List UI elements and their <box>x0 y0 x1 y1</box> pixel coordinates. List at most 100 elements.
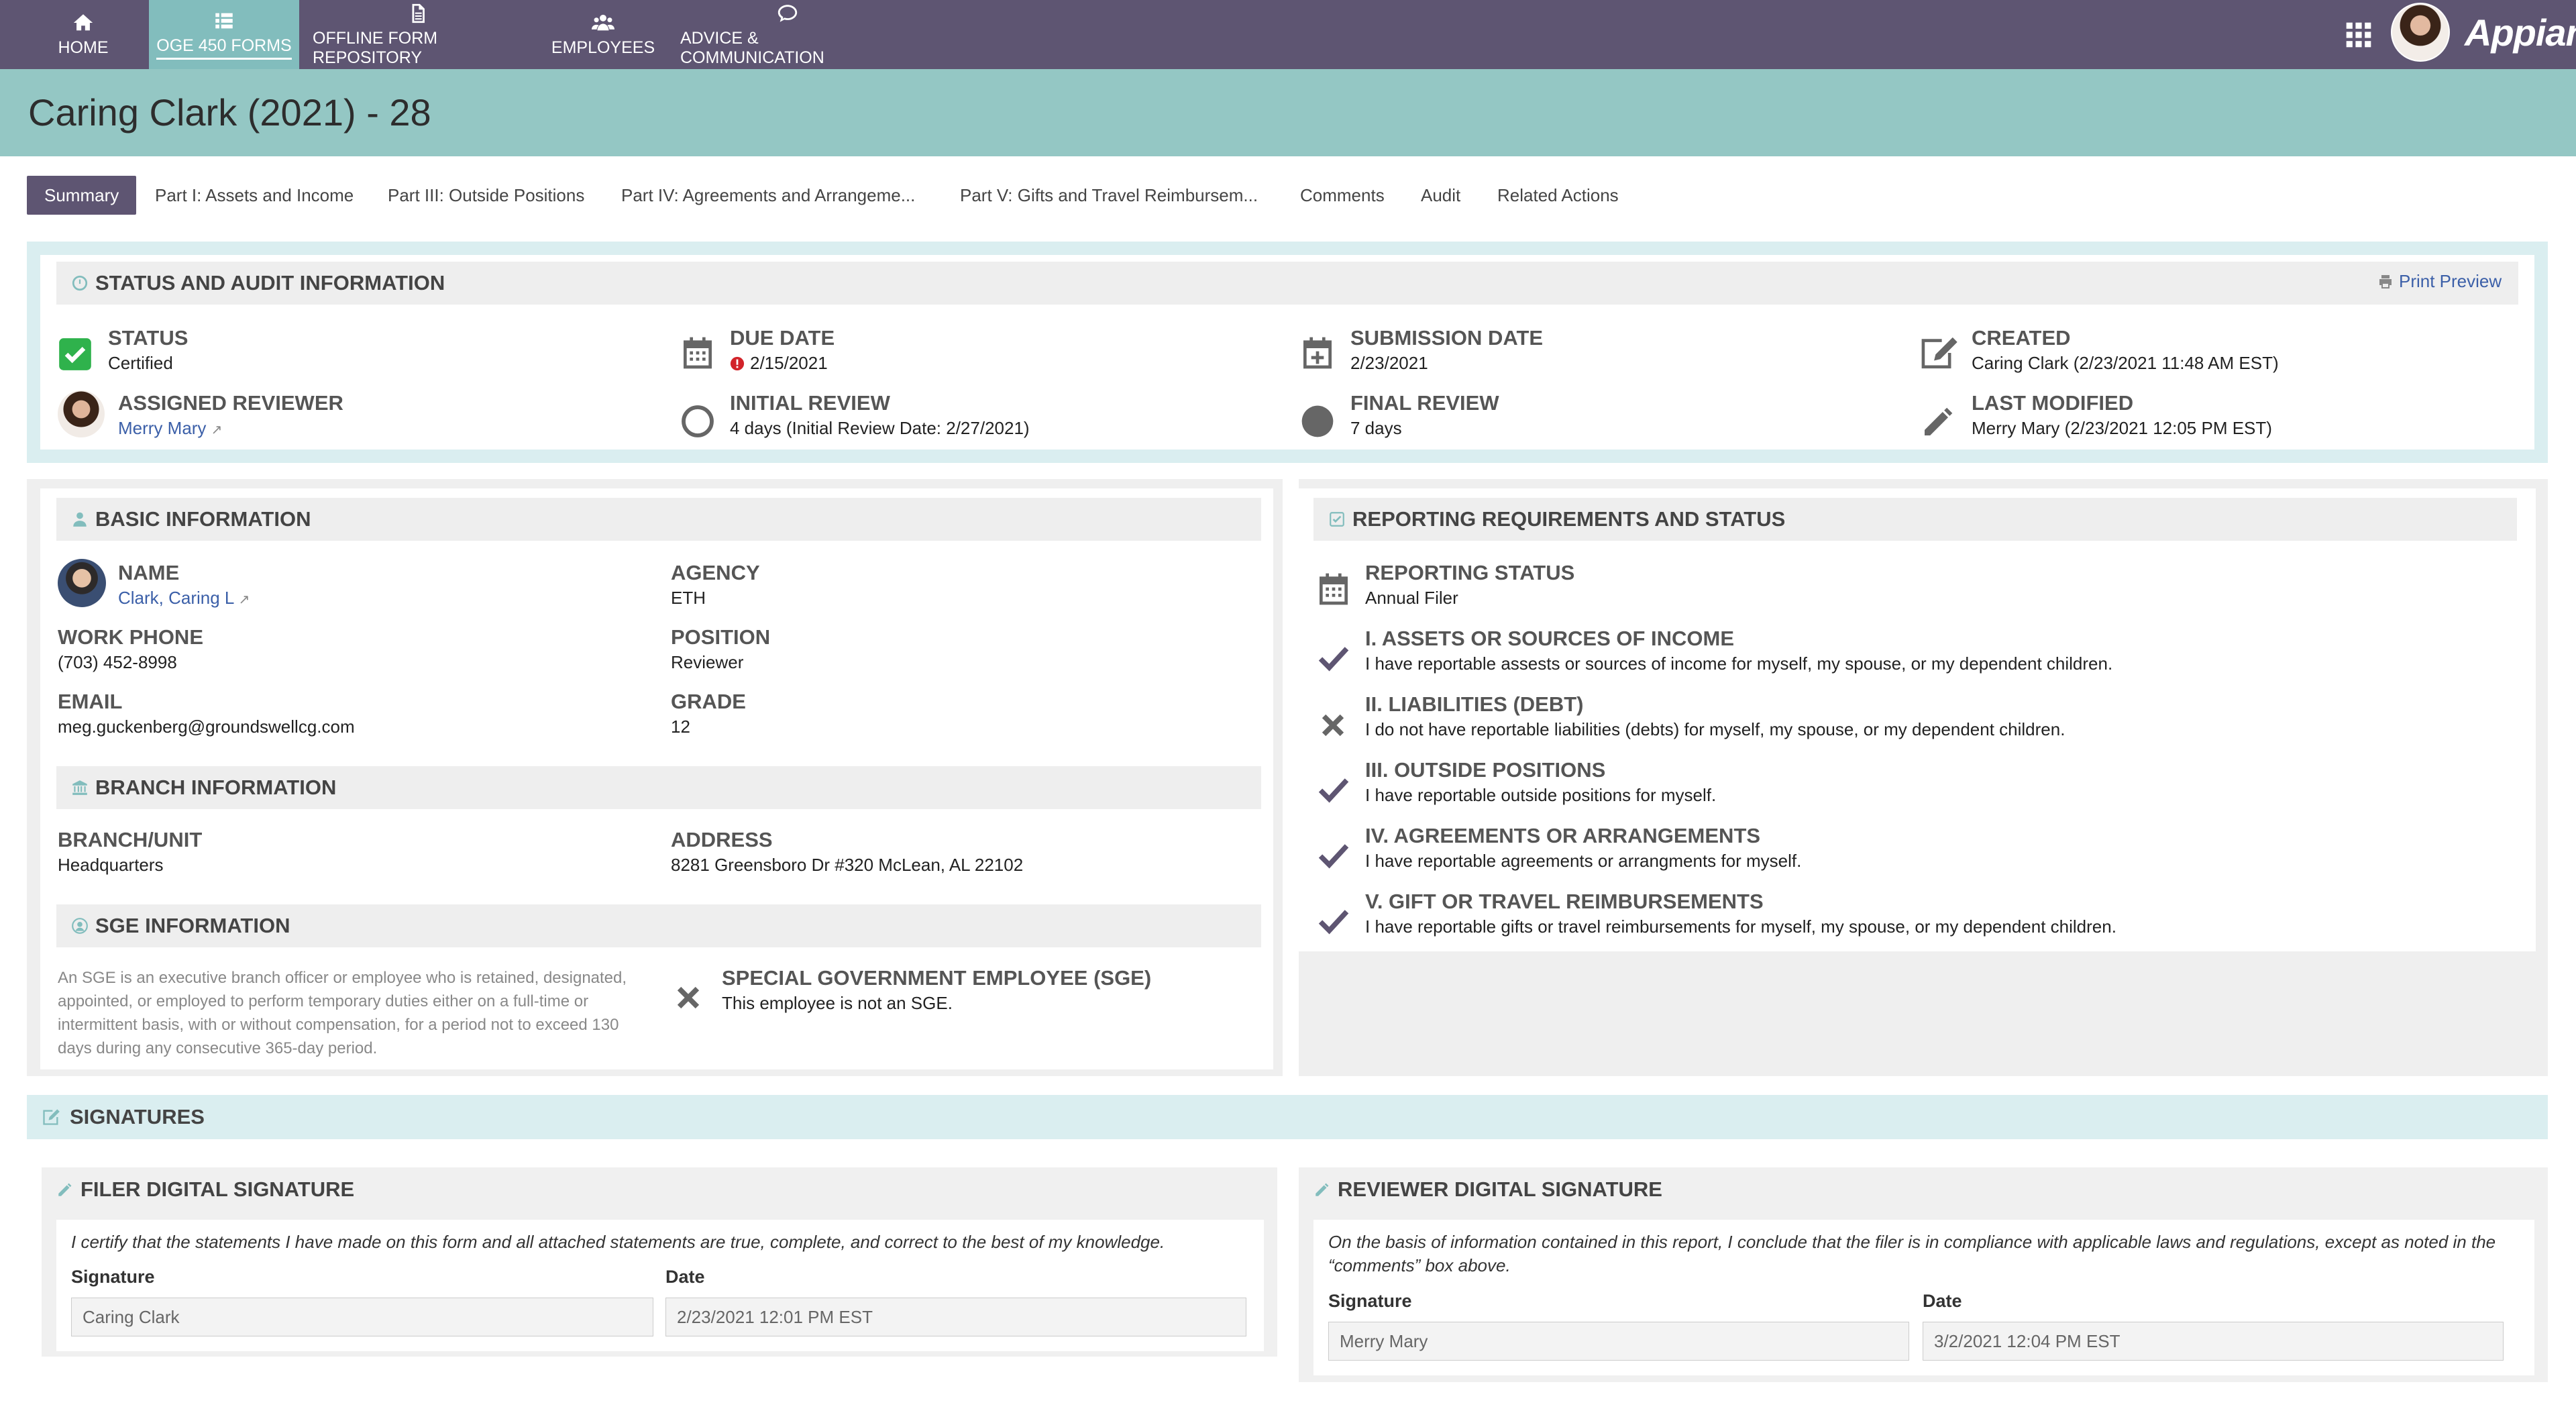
email-label: EMAIL <box>58 690 123 713</box>
filer-date-label: Date <box>665 1267 705 1287</box>
status-audit-heading-text: STATUS AND AUDIT INFORMATION <box>95 271 445 295</box>
x-icon <box>677 986 700 1009</box>
edit-document-icon <box>1921 337 1957 369</box>
branch-unit-value: Headquarters <box>58 855 164 875</box>
signatures-heading: SIGNATURES <box>27 1095 2548 1139</box>
address-value: 8281 Greensboro Dr #320 McLean, AL 22102 <box>671 855 1024 875</box>
reporting-item-text: I have reportable assests or sources of … <box>1365 653 2113 674</box>
reporting-item-title: IV. AGREEMENTS OR ARRANGEMENTS <box>1365 824 1761 847</box>
grade-field: GRADE 12 <box>671 690 746 737</box>
app-grid-icon[interactable] <box>2344 20 2373 50</box>
reviewer-date-input[interactable]: 3/2/2021 12:04 PM EST <box>1923 1322 2504 1361</box>
reporting-item: III. OUTSIDE POSITIONS I have reportable… <box>1365 758 1716 806</box>
due-date-label: DUE DATE <box>730 326 835 350</box>
tab-related-actions[interactable]: Related Actions <box>1497 176 1619 215</box>
check-icon <box>1318 778 1349 803</box>
final-review-label: FINAL REVIEW <box>1350 391 1499 415</box>
warning-icon <box>730 356 745 370</box>
work-phone-value: (703) 452-8998 <box>58 652 177 672</box>
record-tabs: Summary Part I: Assets and Income Part I… <box>0 176 2576 215</box>
position-label: POSITION <box>671 625 771 649</box>
status-audit-heading: STATUS AND AUDIT INFORMATION <box>56 262 2518 305</box>
pencil-icon <box>1316 1183 1329 1196</box>
calendar-plus-icon <box>1303 337 1332 369</box>
nav-employees[interactable]: EMPLOYEES <box>551 0 655 69</box>
info-circle-icon <box>72 275 88 291</box>
top-navigation-bar: HOME OGE 450 FORMS OFFLINE FORM REPOSITO… <box>0 0 2576 69</box>
due-date-field: DUE DATE 2/15/2021 <box>730 326 835 374</box>
branch-info-heading-text: BRANCH INFORMATION <box>95 776 337 799</box>
filer-date-input[interactable]: 2/23/2021 12:01 PM EST <box>665 1298 1246 1336</box>
tab-part-4[interactable]: Part IV: Agreements and Arrangeme... <box>621 176 915 215</box>
basic-info-heading-text: BASIC INFORMATION <box>95 507 311 531</box>
assigned-reviewer-field: ASSIGNED REVIEWER Merry Mary ↗ <box>118 391 343 439</box>
nav-offline-form-repository[interactable]: OFFLINE FORM REPOSITORY <box>313 0 523 69</box>
tab-part-5[interactable]: Part V: Gifts and Travel Reimbursem... <box>960 176 1258 215</box>
reporting-status-value: Annual Filer <box>1365 588 1458 608</box>
nav-home[interactable]: HOME <box>48 0 118 69</box>
nav-advice-communication[interactable]: ADVICE & COMMUNICATION <box>680 0 895 69</box>
sge-status-value: This employee is not an SGE. <box>722 993 953 1013</box>
assigned-reviewer-link[interactable]: Merry Mary ↗ <box>118 418 343 439</box>
reporting-item-text: I have reportable outside positions for … <box>1365 785 1717 805</box>
tab-summary[interactable]: Summary <box>27 176 137 215</box>
title-bar: Caring Clark (2021) - 28 <box>0 69 2576 156</box>
status-label: STATUS <box>108 326 189 350</box>
basic-info-heading: BASIC INFORMATION <box>56 498 1261 541</box>
sge-status-label: SPECIAL GOVERNMENT EMPLOYEE (SGE) <box>722 966 1152 990</box>
external-link-icon: ↗ <box>238 592 250 607</box>
position-field: POSITION Reviewer <box>671 625 770 673</box>
assigned-reviewer-value: Merry Mary <box>118 418 207 438</box>
reporting-item: IV. AGREEMENTS OR ARRANGEMENTS I have re… <box>1365 824 1801 872</box>
check-icon <box>1318 844 1349 869</box>
created-value: Caring Clark (2/23/2021 11:48 AM EST) <box>1972 353 2279 373</box>
signature-edit-icon <box>43 1109 60 1125</box>
reporting-item-text: I have reportable gifts or travel reimbu… <box>1365 916 2116 937</box>
name-value: Clark, Caring L <box>118 588 234 608</box>
list-icon <box>215 13 233 29</box>
filer-signature-input[interactable]: Caring Clark <box>71 1298 653 1336</box>
reporting-status-label: REPORTING STATUS <box>1365 561 1575 584</box>
submission-date-field: SUBMISSION DATE 2/23/2021 <box>1350 326 1543 374</box>
name-link[interactable]: Clark, Caring L ↗ <box>118 588 250 609</box>
print-icon <box>2379 274 2392 288</box>
print-preview-label: Print Preview <box>2399 271 2502 291</box>
reporting-item-title: III. OUTSIDE POSITIONS <box>1365 758 1606 782</box>
reviewer-signature-heading: REVIEWER DIGITAL SIGNATURE <box>1313 1175 1662 1204</box>
filer-signature-heading: FILER DIGITAL SIGNATURE <box>56 1175 354 1204</box>
work-phone-label: WORK PHONE <box>58 625 203 649</box>
print-preview-link[interactable]: Print Preview <box>2377 271 2502 292</box>
reporting-heading: REPORTING REQUIREMENTS AND STATUS <box>1313 498 2517 541</box>
external-link-icon: ↗ <box>211 423 223 437</box>
reporting-status-field: REPORTING STATUS Annual Filer <box>1365 561 1574 609</box>
grade-value: 12 <box>671 717 690 737</box>
tab-part-1[interactable]: Part I: Assets and Income <box>155 176 354 215</box>
reviewer-date-label: Date <box>1923 1291 1962 1311</box>
agency-label: AGENCY <box>671 561 760 584</box>
filer-statement: I certify that the statements I have mad… <box>71 1232 1165 1252</box>
bank-icon <box>72 780 87 795</box>
tab-part-3[interactable]: Part III: Outside Positions <box>388 176 584 215</box>
filer-signature-label: Signature <box>71 1267 155 1287</box>
reporting-item-title: V. GIFT OR TRAVEL REIMBURSEMENTS <box>1365 890 1764 913</box>
nav-offline-form-repository-label: OFFLINE FORM REPOSITORY <box>313 28 438 67</box>
x-icon <box>1322 714 1344 737</box>
submission-date-value: 2/23/2021 <box>1350 353 1428 373</box>
address-field: ADDRESS 8281 Greensboro Dr #320 McLean, … <box>671 828 1023 876</box>
reporting-item-text: I have reportable agreements or arrangme… <box>1365 851 1802 871</box>
certified-check-icon <box>59 338 91 370</box>
nav-oge-450-forms-label: OGE 450 FORMS <box>156 36 292 60</box>
nav-oge-450-forms[interactable]: OGE 450 FORMS <box>149 0 299 69</box>
due-date-value: 2/15/2021 <box>750 353 828 373</box>
tab-comments[interactable]: Comments <box>1300 176 1385 215</box>
reporting-item-title: II. LIABILITIES (DEBT) <box>1365 692 1584 716</box>
reviewer-signature-input[interactable]: Merry Mary <box>1328 1322 1909 1361</box>
tab-audit[interactable]: Audit <box>1421 176 1460 215</box>
initial-review-field: INITIAL REVIEW 4 days (Initial Review Da… <box>730 391 1030 439</box>
home-icon <box>73 14 93 31</box>
reviewer-signature-heading-text: REVIEWER DIGITAL SIGNATURE <box>1338 1177 1662 1201</box>
employee-avatar <box>58 559 106 607</box>
grade-label: GRADE <box>671 690 746 713</box>
user-avatar[interactable] <box>2391 3 2450 62</box>
created-field: CREATED Caring Clark (2/23/2021 11:48 AM… <box>1972 326 2279 374</box>
